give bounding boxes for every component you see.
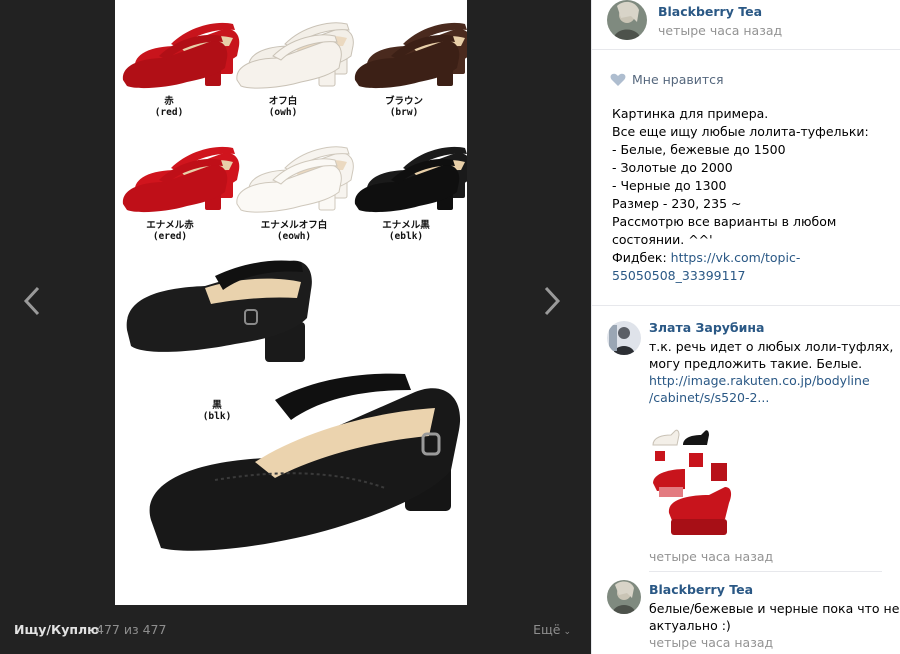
shoe-red bbox=[122, 22, 240, 89]
previous-photo-button[interactable] bbox=[18, 286, 48, 316]
post-author-link[interactable]: Blackberry Tea bbox=[658, 4, 762, 19]
comment-link[interactable]: http://image.rakuten.co.jp/bodyline bbox=[649, 372, 889, 389]
chevron-right-icon bbox=[544, 286, 561, 316]
comments-list: Злата Зарубина т.к. речь идет о любых ло… bbox=[592, 305, 900, 650]
more-label: Ещё bbox=[533, 622, 561, 637]
label-red: 赤 (red) bbox=[154, 96, 184, 118]
feedback-link[interactable]: 55050508_33399117 bbox=[612, 268, 746, 283]
label-enamel-off-white: エナメルオフ白 (eowh) bbox=[260, 220, 328, 242]
photo[interactable]: 赤 (red) オフ白 (owh) ブラウン (brw) エナメル赤 (ered) エナ… bbox=[115, 0, 467, 605]
comment-text: т.к. речь идет о любых лоли-туфлях, могу… bbox=[649, 338, 894, 406]
album-title-link[interactable]: Ищу/Куплю bbox=[14, 622, 99, 637]
more-menu-button[interactable]: Ещё ⌄ bbox=[533, 622, 571, 637]
comment-text: белые/бежевые и черные пока что не актуа… bbox=[649, 600, 900, 634]
comment-text-line: т.к. речь идет о любых лоли-туфлях, bbox=[649, 339, 894, 354]
post-sidebar: Blackberry Tea четыре часа назад Мне нра… bbox=[591, 0, 900, 654]
post-text-line: - Золотые до 2000 bbox=[612, 160, 733, 175]
comment-text-line: актуально :) bbox=[649, 618, 731, 633]
shoe-brown bbox=[354, 22, 467, 89]
shoe-catalog-image bbox=[122, 22, 467, 551]
comment-author-link[interactable]: Blackberry Tea bbox=[649, 582, 753, 597]
comment-text-line: могу предложить такие. Белые. bbox=[649, 356, 863, 371]
post-text-line: состоянии. ^^' bbox=[612, 232, 713, 247]
avatar[interactable] bbox=[607, 0, 647, 40]
comment-time[interactable]: четыре часа назад bbox=[649, 635, 773, 650]
post-text: Картинка для примера. Все еще ищу любые … bbox=[612, 105, 882, 285]
label-black: 黒 (blk) bbox=[202, 400, 232, 422]
comment-time[interactable]: четыре часа назад bbox=[649, 549, 773, 564]
next-photo-button[interactable] bbox=[536, 286, 566, 316]
chevron-down-icon: ⌄ bbox=[563, 627, 571, 637]
like-label: Мне нравится bbox=[632, 72, 724, 87]
avatar[interactable] bbox=[607, 580, 641, 614]
post-text-line: Картинка для примера. bbox=[612, 106, 769, 121]
feedback-link[interactable]: https://vk.com/topic- bbox=[671, 250, 801, 265]
post-text-line: Размер - 230, 235 ~ bbox=[612, 196, 742, 211]
shoe-enamel-black bbox=[354, 146, 467, 213]
feedback-line-2: 55050508_33399117 bbox=[612, 267, 882, 285]
shoe-off-white bbox=[236, 22, 354, 89]
feedback-line: Фидбек: https://vk.com/topic- bbox=[612, 249, 882, 267]
avatar[interactable] bbox=[607, 321, 641, 355]
feedback-label: Фидбек: bbox=[612, 250, 671, 265]
post-text-line: - Белые, бежевые до 1500 bbox=[612, 142, 786, 157]
label-off-white: オフ白 (owh) bbox=[268, 96, 298, 118]
comment-author-link[interactable]: Злата Зарубина bbox=[649, 320, 764, 335]
label-enamel-black: エナメル黒 (eblk) bbox=[382, 220, 430, 242]
post-text-line: Все еще ищу любые лолита-туфельки: bbox=[612, 124, 869, 139]
shoe-enamel-red bbox=[122, 146, 240, 213]
viewer-footer: Ищу/Куплю 477 из 477 Ещё ⌄ bbox=[14, 620, 571, 640]
post-header: Blackberry Tea четыре часа назад bbox=[592, 0, 900, 50]
comment-attached-photo[interactable] bbox=[649, 423, 733, 541]
chevron-left-icon bbox=[23, 286, 40, 316]
heart-icon bbox=[610, 73, 626, 86]
comment: Злата Зарубина т.к. речь идет о любых ло… bbox=[592, 319, 900, 572]
label-enamel-red: エナメル赤 (ered) bbox=[146, 220, 194, 242]
comment-text-line: белые/бежевые и черные пока что не bbox=[649, 601, 900, 616]
post-text-line: - Черные до 1300 bbox=[612, 178, 727, 193]
shoe-enamel-off-white bbox=[236, 146, 354, 213]
post-text-line: Рассмотрю все варианты в любом bbox=[612, 214, 837, 229]
comment-divider bbox=[649, 571, 882, 572]
photo-viewer: 赤 (red) オフ白 (owh) ブラウン (brw) エナメル赤 (ered) エナ… bbox=[0, 0, 591, 654]
post-time[interactable]: четыре часа назад bbox=[658, 23, 782, 38]
comment: Blackberry Tea белые/бежевые и черные по… bbox=[592, 578, 900, 654]
comment-link[interactable]: /cabinet/s/s520-2... bbox=[649, 389, 889, 406]
photo-counter: 477 из 477 bbox=[96, 622, 167, 637]
shoe-black-large bbox=[126, 260, 461, 551]
label-brown: ブラウン (brw) bbox=[384, 96, 423, 118]
